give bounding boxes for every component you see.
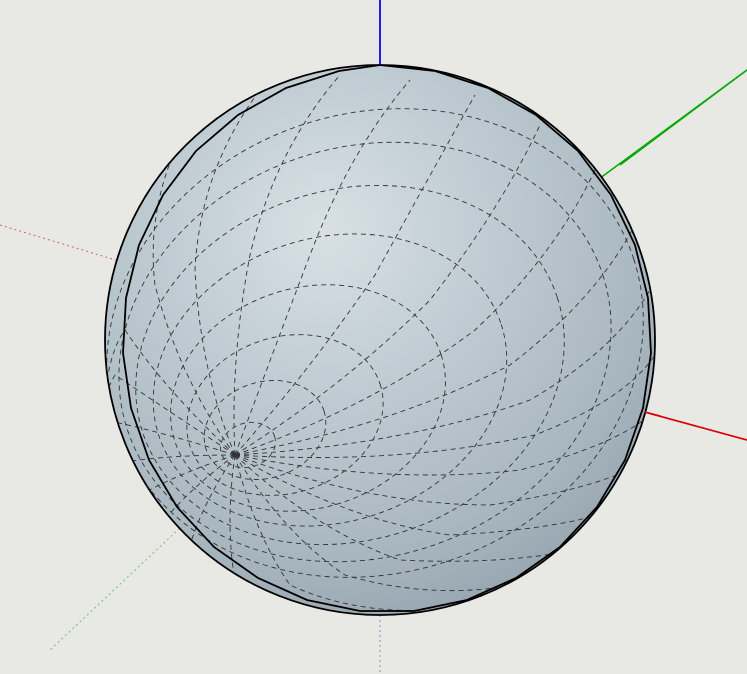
3d-viewport[interactable] [0,0,747,674]
y-axis-tip [620,70,747,165]
x-axis-tip [652,414,747,440]
sphere-model[interactable] [45,40,705,646]
viewport-canvas[interactable] [0,0,747,674]
